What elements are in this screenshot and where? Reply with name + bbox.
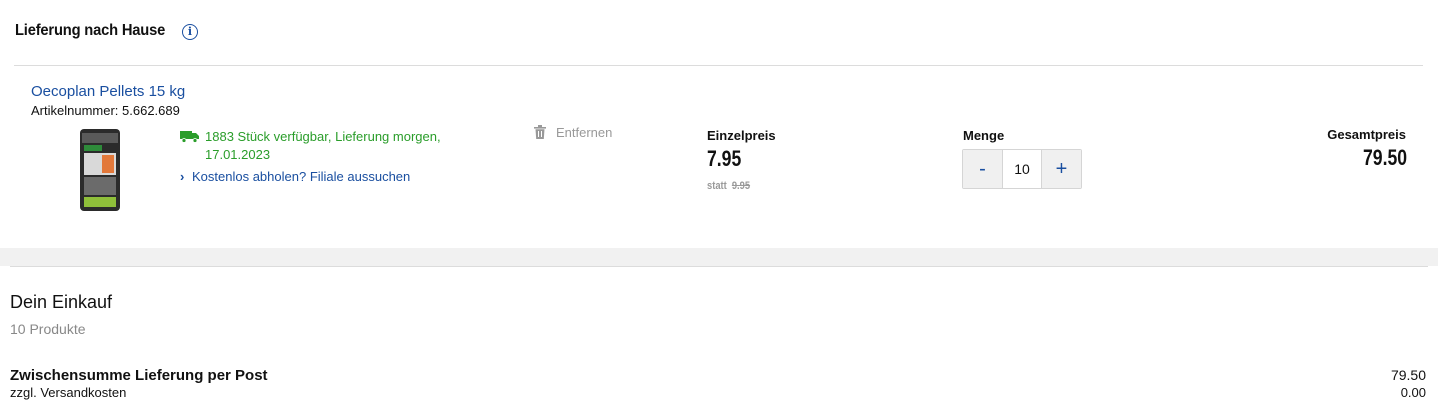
remove-button[interactable]: Entfernen (534, 125, 612, 140)
decrease-quantity-button[interactable]: - (963, 150, 1002, 188)
pickup-link[interactable]: › Kostenlos abholen? Filiale aussuchen (180, 169, 410, 184)
pickup-label: Kostenlos abholen? Filiale aussuchen (192, 169, 411, 184)
unit-price: 7.95 (707, 146, 742, 171)
unit-price-label: Einzelpreis (707, 128, 776, 143)
product-image[interactable] (76, 127, 124, 213)
divider (10, 266, 1428, 267)
article-number: Artikelnummer: 5.662.689 (31, 103, 180, 118)
info-icon[interactable]: i (182, 24, 198, 40)
availability-text: 1883 Stück verfügbar, Lieferung morgen, … (205, 129, 441, 162)
quantity-stepper: - 10 + (962, 149, 1082, 189)
divider (14, 65, 1423, 66)
quantity-input[interactable]: 10 (1002, 150, 1042, 188)
old-price-prefix: statt (707, 180, 727, 192)
section-separator (0, 248, 1438, 266)
remove-label: Entfernen (556, 125, 613, 140)
section-title: Lieferung nach Hause (15, 22, 166, 39)
chevron-right-icon: › (180, 169, 185, 184)
delivery-header: Lieferung nach Hause i (0, 0, 1438, 66)
truck-icon (180, 131, 199, 143)
product-count: 10 Produkte (10, 321, 86, 337)
old-price: statt 9.95 (707, 180, 750, 192)
subtotal-value: 79.50 (1390, 367, 1426, 383)
old-price-value: 9.95 (731, 180, 751, 192)
total-price: 79.50 (1362, 145, 1407, 170)
shipping-label: zzgl. Versandkosten (10, 385, 127, 400)
increase-quantity-button[interactable]: + (1042, 150, 1081, 188)
subtotal-label: Zwischensumme Lieferung per Post (10, 367, 268, 384)
total-price-label: Gesamtpreis (1327, 127, 1406, 142)
quantity-label: Menge (963, 128, 1005, 143)
trash-icon (534, 125, 546, 139)
summary-title: Dein Einkauf (10, 292, 113, 312)
shipping-value: 0.00 (1400, 385, 1426, 400)
product-name-link[interactable]: Oecoplan Pellets 15 kg (31, 83, 185, 100)
